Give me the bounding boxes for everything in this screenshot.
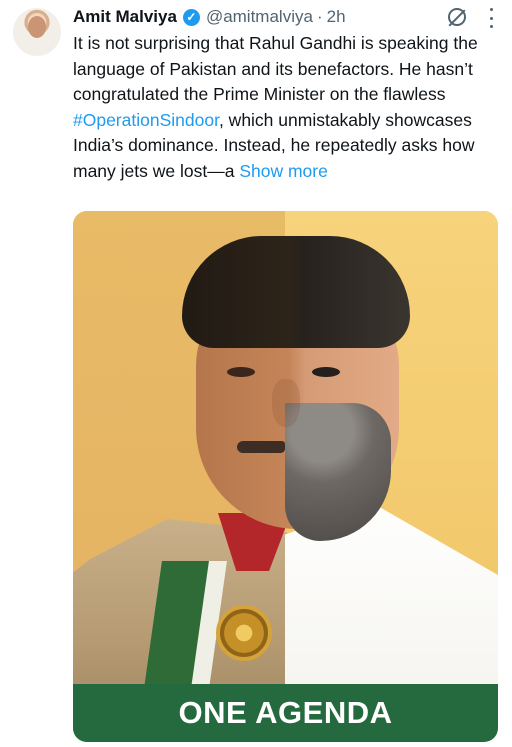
show-more-link[interactable]: Show more — [239, 161, 328, 181]
more-options-icon[interactable] — [488, 8, 494, 28]
image-banner: ONE AGENDA — [73, 684, 498, 742]
more-dot-icon — [489, 8, 493, 11]
author-avatar[interactable] — [13, 8, 61, 56]
author-handle[interactable]: @amitmalviya — [206, 7, 313, 27]
grok-icon[interactable] — [448, 8, 466, 26]
verified-badge-icon: ✓ — [182, 8, 200, 26]
more-dot-icon — [489, 16, 493, 20]
author-name[interactable]: Amit Malviya — [73, 7, 177, 27]
mustache — [237, 441, 285, 453]
right-eye — [312, 367, 340, 377]
header-separator: · — [316, 7, 323, 26]
uniform-medal — [216, 605, 272, 661]
post-image[interactable]: ONE AGENDA — [73, 211, 498, 742]
hashtag-link[interactable]: #OperationSindoor — [73, 110, 219, 130]
more-dot-icon — [489, 25, 493, 28]
left-eye — [227, 367, 255, 377]
avatar-face — [28, 16, 46, 38]
nose — [272, 379, 300, 427]
post-text-part-1: It is not surprising that Rahul Gandhi i… — [73, 33, 478, 105]
post-timestamp[interactable]: 2h — [327, 7, 346, 27]
post-text: It is not surprising that Rahul Gandhi i… — [73, 31, 505, 185]
hair — [182, 236, 410, 348]
post-header: Amit Malviya ✓ @amitmalviya · 2h — [73, 6, 500, 28]
